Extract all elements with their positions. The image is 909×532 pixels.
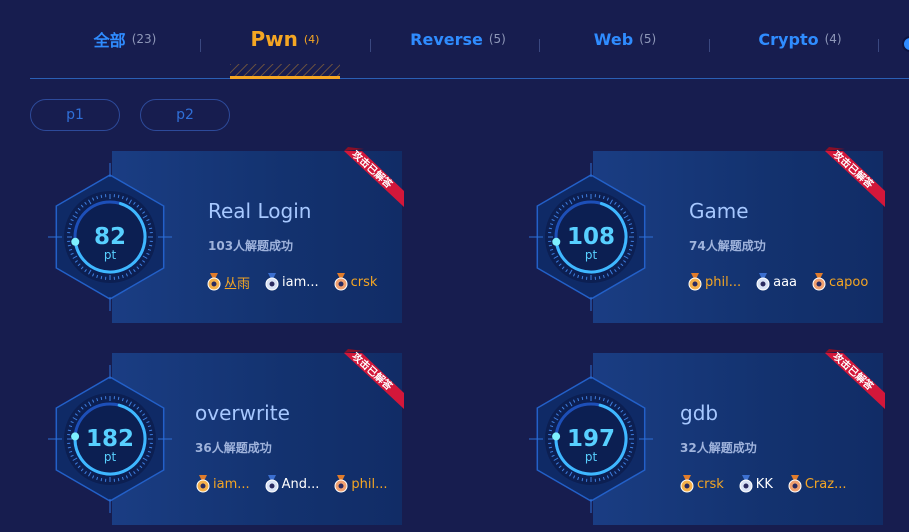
- solver-bronze[interactable]: phil...: [333, 474, 388, 494]
- solver-name: crsk: [350, 274, 378, 290]
- silver-medal-icon: [265, 273, 279, 291]
- category-tabs: 全部 (23) Pwn (4) Reverse (5) Web (5) Cryp…: [30, 0, 909, 79]
- solver-gold[interactable]: iam...: [195, 474, 250, 494]
- filter-p2[interactable]: p2: [140, 99, 230, 131]
- solver-silver[interactable]: And...: [264, 474, 320, 494]
- tab-all[interactable]: 全部 (23): [70, 0, 180, 78]
- solver-gold[interactable]: 丛雨: [206, 272, 250, 292]
- solver-bronze[interactable]: capoo: [811, 272, 868, 292]
- tab-divider: [709, 39, 710, 52]
- tab-label: Reverse: [410, 29, 483, 49]
- solved-count: 36人解题成功: [195, 441, 272, 455]
- top-solvers: crsk KK Craz...: [679, 474, 860, 494]
- challenge-title: overwrite: [195, 401, 290, 425]
- solver-gold[interactable]: phil...: [687, 272, 741, 292]
- tab-divider: [200, 39, 201, 52]
- solver-silver[interactable]: aaa: [755, 272, 797, 292]
- solver-bronze[interactable]: Craz...: [787, 474, 847, 494]
- solver-name: Craz...: [804, 476, 847, 492]
- challenge-card[interactable]: 182 pt overwrite 36人解题成功 iam... And... phil...…: [40, 349, 404, 525]
- score: 182 pt: [70, 427, 150, 463]
- gold-medal-icon: [207, 273, 221, 291]
- silver-medal-icon: [265, 475, 279, 493]
- points-value: 108: [566, 224, 615, 250]
- solver-silver[interactable]: iam...: [264, 272, 319, 292]
- tab-web[interactable]: Web (5): [570, 0, 680, 78]
- top-solvers: phil... aaa capoo: [687, 272, 882, 292]
- bronze-medal-icon: [334, 273, 348, 291]
- challenge-card[interactable]: 82 pt Real Login 103人解题成功 丛雨 iam... crsk 攻击已解答: [40, 147, 404, 323]
- solver-name: iam...: [282, 274, 319, 290]
- bronze-medal-icon: [788, 475, 802, 493]
- solver-name: 丛雨: [224, 276, 251, 292]
- tab-count: (5): [639, 32, 657, 46]
- tab-count: (5): [488, 32, 506, 46]
- tab-divider: [370, 39, 371, 52]
- bronze-medal-icon: [812, 273, 826, 291]
- points-unit: pt: [584, 248, 598, 262]
- solver-bronze[interactable]: crsk: [333, 272, 378, 292]
- challenge-title: Real Login: [208, 199, 312, 223]
- top-solvers: iam... And... phil...: [195, 474, 402, 494]
- solved-count: 32人解题成功: [680, 441, 757, 455]
- tab-crypto[interactable]: Crypto (4): [740, 0, 860, 78]
- tab-label: Web: [593, 29, 634, 49]
- tab-count: (4): [824, 32, 842, 46]
- score: 197 pt: [551, 427, 631, 463]
- gold-medal-icon: [688, 273, 702, 291]
- points-value: 197: [566, 426, 615, 452]
- filter-p1[interactable]: p1: [30, 99, 120, 131]
- tab-label: Crypto: [758, 29, 819, 49]
- bronze-medal-icon: [334, 475, 348, 493]
- tab-divider: [878, 39, 879, 52]
- points-unit: pt: [103, 450, 117, 464]
- silver-medal-icon: [756, 273, 770, 291]
- points-value: 82: [93, 224, 126, 250]
- score: 108 pt: [551, 225, 631, 261]
- tab-divider: [539, 39, 540, 52]
- points-value: 182: [85, 426, 134, 452]
- silver-medal-icon: [739, 475, 753, 493]
- top-solvers: 丛雨 iam... crsk: [206, 272, 391, 292]
- points-unit: pt: [584, 450, 598, 464]
- solver-gold[interactable]: crsk: [679, 474, 724, 494]
- challenge-card[interactable]: 197 pt gdb 32人解题成功 crsk KK Craz... 攻击已解答: [521, 349, 885, 525]
- tab-reverse[interactable]: Reverse (5): [398, 0, 518, 78]
- gold-medal-icon: [196, 475, 210, 493]
- challenge-card[interactable]: 108 pt Game 74人解题成功 phil... aaa capoo 攻击已解答: [521, 147, 885, 323]
- tab-count: (23): [131, 32, 157, 46]
- challenge-title: Game: [689, 199, 749, 223]
- solver-name: And...: [281, 476, 320, 492]
- tab-label: 全部: [93, 31, 126, 50]
- solver-silver[interactable]: KK: [738, 474, 773, 494]
- score: 82 pt: [70, 225, 150, 261]
- solver-name: capoo: [829, 274, 869, 290]
- gold-medal-icon: [680, 475, 694, 493]
- tab-label: Pwn: [250, 27, 298, 51]
- solver-name: aaa: [773, 274, 798, 290]
- solver-name: iam...: [213, 476, 250, 492]
- solver-name: phil...: [351, 476, 388, 492]
- solver-name: KK: [755, 476, 773, 492]
- solver-name: crsk: [697, 476, 724, 492]
- solver-name: phil...: [705, 274, 742, 290]
- solved-count: 74人解题成功: [689, 239, 766, 253]
- points-unit: pt: [103, 248, 117, 262]
- tab-count: (4): [303, 32, 320, 46]
- challenge-title: gdb: [680, 401, 719, 425]
- solved-count: 103人解题成功: [208, 239, 294, 253]
- tab-pwn[interactable]: Pwn (4): [230, 0, 340, 79]
